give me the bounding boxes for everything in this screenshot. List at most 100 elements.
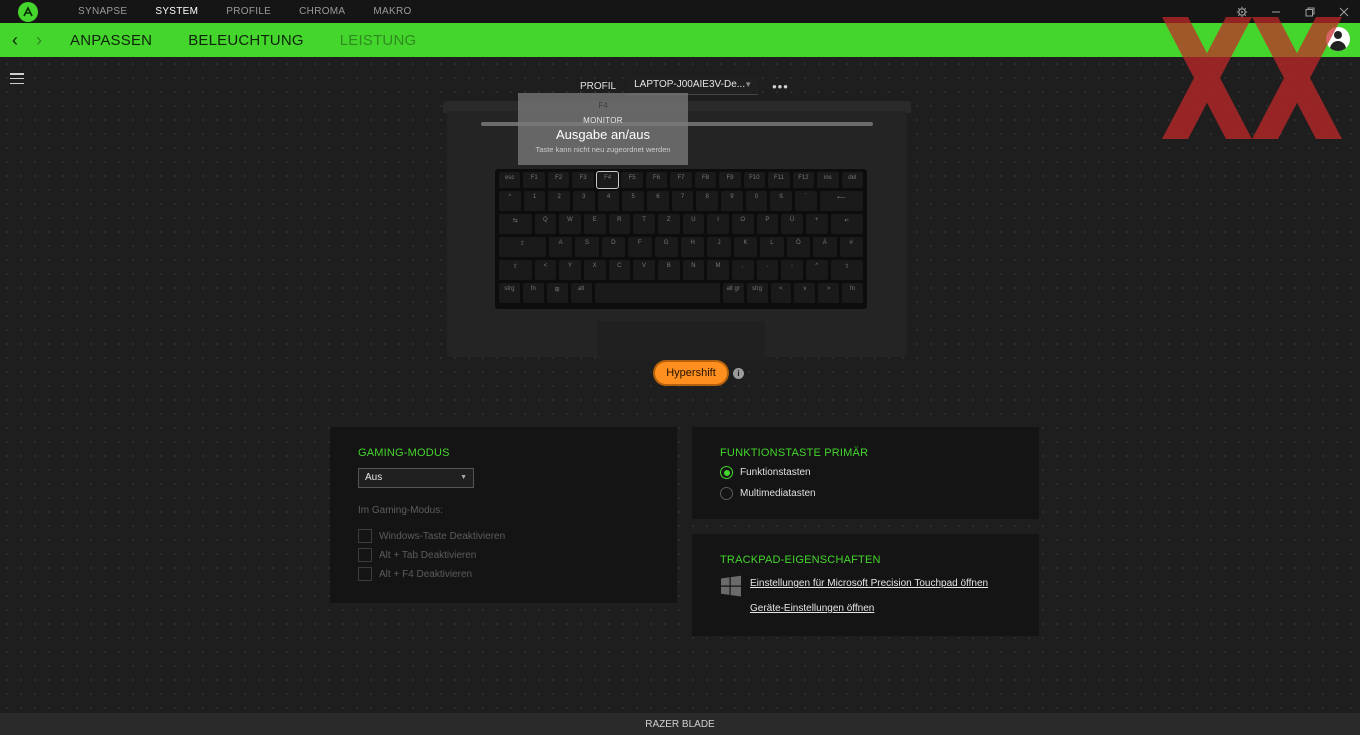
keyboard-key[interactable]: 4	[597, 191, 620, 211]
keyboard-key[interactable]: ⇧	[499, 260, 532, 280]
keyboard-key[interactable]: 5	[622, 191, 645, 211]
keyboard-key[interactable]: F4	[595, 171, 620, 189]
keyboard-key[interactable]: F9	[719, 172, 741, 188]
radio-multimediatasten[interactable]: Multimediatasten	[720, 487, 816, 500]
keyboard-key[interactable]: H	[680, 237, 705, 257]
tab-anpassen[interactable]: ANPASSEN	[70, 32, 152, 49]
keyboard-key[interactable]: E	[583, 214, 606, 234]
keyboard-key[interactable]: v	[794, 283, 816, 303]
keyboard-key[interactable]: #	[839, 237, 863, 257]
keyboard-key[interactable]: F12	[792, 172, 815, 188]
keyboard-key[interactable]: F5	[621, 172, 643, 188]
keyboard-key[interactable]: .	[756, 260, 779, 280]
keyboard-key[interactable]: ⇪	[499, 237, 546, 257]
checkbox-alt-f4[interactable]: Alt + F4 Deaktivieren	[358, 567, 472, 581]
keyboard-key[interactable]: 9	[721, 191, 743, 211]
radio-button-selected[interactable]	[720, 466, 733, 479]
keyboard-key[interactable]: del	[841, 172, 864, 188]
keyboard-key[interactable]: ins	[817, 172, 839, 188]
keyboard-key[interactable]: fn	[842, 283, 863, 303]
keyboard-key[interactable]: >	[818, 283, 840, 303]
keyboard-key[interactable]: esc	[499, 172, 521, 188]
keyboard-key[interactable]: ⊞	[546, 283, 568, 303]
keyboard-key[interactable]	[594, 283, 720, 303]
keyboard-key[interactable]: F6	[645, 172, 668, 188]
tab-chroma[interactable]: CHROMA	[285, 6, 359, 17]
keyboard-key[interactable]: alt gr	[722, 283, 744, 303]
keyboard-key[interactable]: F7	[670, 172, 692, 188]
radio-funktionstasten[interactable]: Funktionstasten	[720, 466, 811, 479]
keyboard-key[interactable]: ´	[795, 191, 817, 211]
keyboard-key[interactable]: <	[770, 283, 792, 303]
keyboard-key[interactable]: 8	[696, 191, 719, 211]
gaming-mode-dropdown[interactable]: Aus ▼	[358, 468, 474, 488]
keyboard-key[interactable]: I	[707, 214, 729, 234]
keyboard-key[interactable]: 3	[573, 191, 595, 211]
back-arrow-icon[interactable]: ‹	[6, 30, 24, 51]
keyboard-key[interactable]: R	[608, 214, 631, 234]
keyboard-key[interactable]: K	[733, 237, 758, 257]
keyboard-key[interactable]: ⟵	[819, 191, 864, 211]
keyboard-key[interactable]: F2	[547, 172, 570, 188]
keyboard-key[interactable]: P	[756, 214, 779, 234]
keyboard-key[interactable]: A	[548, 237, 573, 257]
keyboard-key[interactable]: 7	[671, 191, 694, 211]
keyboard-key[interactable]: M	[707, 260, 729, 280]
tab-beleuchtung[interactable]: BELEUCHTUNG	[188, 32, 304, 49]
keyboard-key[interactable]: strg	[746, 283, 768, 303]
keyboard-key[interactable]: C	[608, 260, 631, 280]
precision-touchpad-link[interactable]: Einstellungen für Microsoft Precision To…	[750, 578, 988, 589]
more-options-icon[interactable]: •••	[772, 79, 789, 94]
keyboard-key[interactable]: N	[682, 260, 705, 280]
keyboard-key[interactable]: U	[682, 214, 705, 234]
keyboard-key[interactable]: ,	[731, 260, 754, 280]
keyboard-key[interactable]: Y	[559, 260, 581, 280]
keyboard-key[interactable]: G	[654, 237, 678, 257]
keyboard-key[interactable]: V	[633, 260, 655, 280]
hypershift-button[interactable]: Hypershift	[655, 362, 727, 384]
keyboard-key[interactable]: F11	[768, 172, 790, 188]
keyboard-key[interactable]: B	[657, 260, 680, 280]
checkbox-windows-key[interactable]: Windows-Taste Deaktivieren	[358, 529, 505, 543]
tab-makro[interactable]: MAKRO	[359, 6, 425, 17]
keyboard-key[interactable]: W	[559, 214, 581, 234]
menu-hamburger-icon[interactable]	[10, 73, 24, 84]
keyboard-key[interactable]: S	[575, 237, 599, 257]
keyboard-key[interactable]: F8	[694, 172, 717, 188]
keyboard-key[interactable]: F3	[572, 172, 594, 188]
keyboard-key[interactable]: ⇆	[499, 214, 532, 234]
keyboard-key[interactable]: T	[633, 214, 655, 234]
keyboard-key[interactable]: L	[760, 237, 784, 257]
keyboard-key[interactable]: strg	[499, 283, 520, 303]
keyboard-key[interactable]: 2	[548, 191, 571, 211]
keyboard-key[interactable]: F10	[743, 172, 766, 188]
keyboard-key[interactable]: ⇧	[830, 260, 864, 280]
keyboard-key[interactable]: ^	[805, 260, 828, 280]
keyboard-key[interactable]: J	[707, 237, 731, 257]
device-settings-link[interactable]: Geräte-Einstellungen öffnen	[750, 603, 874, 614]
keyboard-key[interactable]: ß	[770, 191, 793, 211]
tab-leistung[interactable]: LEISTUNG	[340, 32, 417, 49]
tab-system[interactable]: SYSTEM	[141, 6, 212, 17]
keyboard-key[interactable]: Ü	[781, 214, 803, 234]
keyboard-key[interactable]: D	[601, 237, 626, 257]
keyboard-key[interactable]: F	[628, 237, 652, 257]
keyboard-key[interactable]: Q	[534, 214, 557, 234]
checkbox-alt-tab[interactable]: Alt + Tab Deaktivieren	[358, 548, 476, 562]
keyboard-key[interactable]: X	[583, 260, 606, 280]
keyboard-key[interactable]: fn	[522, 283, 544, 303]
checkbox-box[interactable]	[358, 567, 372, 581]
keyboard-key[interactable]: ^	[499, 191, 521, 211]
keyboard-key[interactable]: Ä	[813, 237, 837, 257]
keyboard-key[interactable]: -	[781, 260, 803, 280]
keyboard-key[interactable]: 1	[523, 191, 546, 211]
tab-synapse[interactable]: SYNAPSE	[64, 6, 141, 17]
keyboard-key[interactable]: Z	[657, 214, 680, 234]
keyboard-key[interactable]: O	[731, 214, 754, 234]
forward-arrow-icon[interactable]: ›	[30, 30, 48, 51]
keyboard-key[interactable]: Ö	[786, 237, 811, 257]
checkbox-box[interactable]	[358, 529, 372, 543]
keyboard-key[interactable]: +	[805, 214, 828, 234]
checkbox-box[interactable]	[358, 548, 372, 562]
keyboard-key[interactable]: 0	[745, 191, 768, 211]
